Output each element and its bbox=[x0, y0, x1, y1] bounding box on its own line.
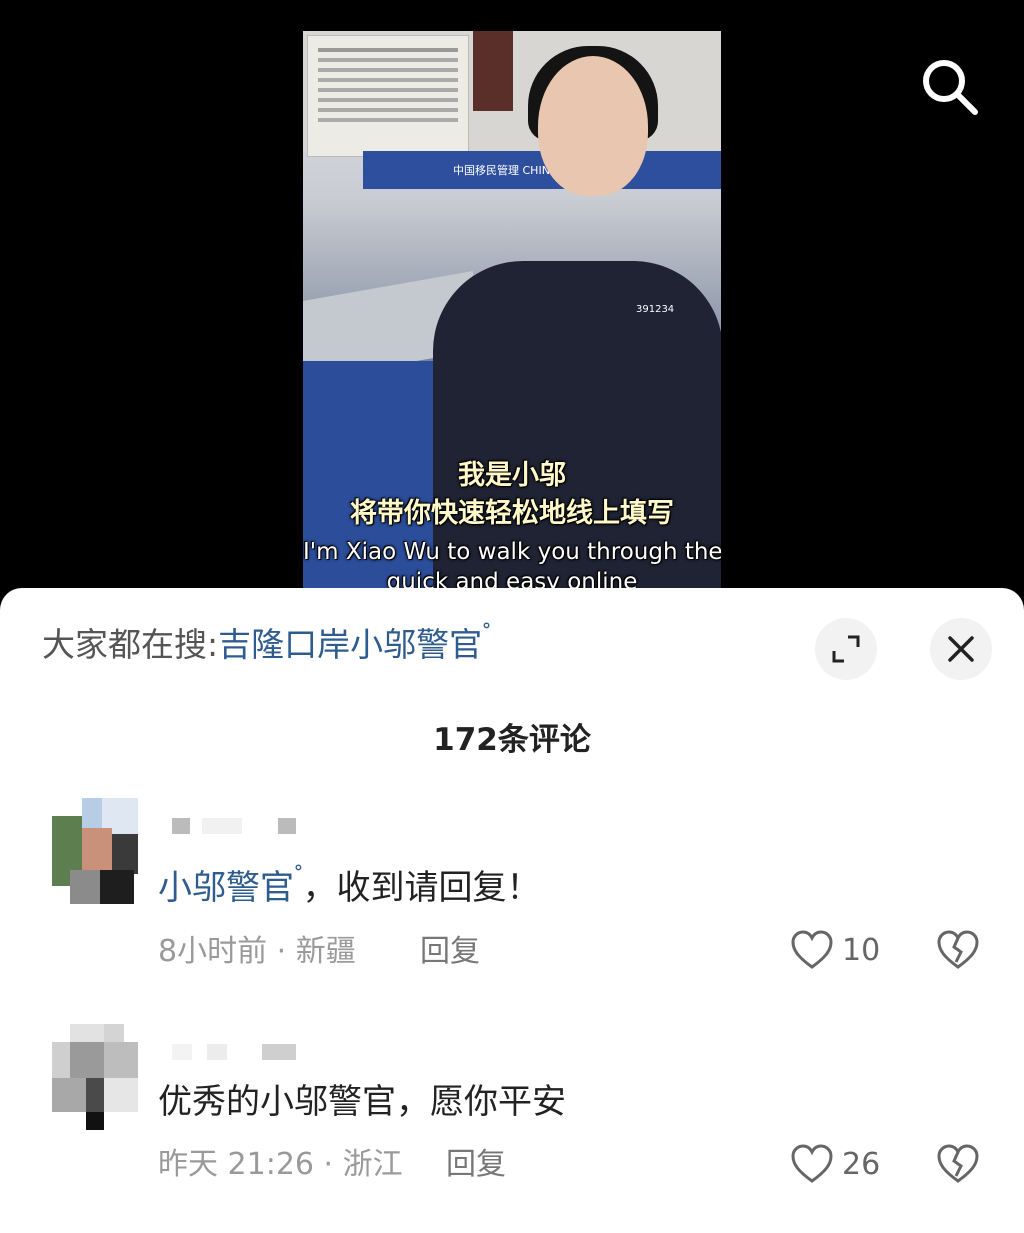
expand-icon bbox=[832, 635, 860, 663]
comment-sheet: 大家都在搜:吉隆口岸小邬警官ᐤ 172条评论 小邬警官ᐤ，收到请回复！ 8小时前… bbox=[0, 588, 1024, 1233]
hot-search-term[interactable]: 吉隆口岸小邬警官 bbox=[218, 625, 482, 664]
search-button[interactable] bbox=[918, 55, 982, 119]
username-redacted bbox=[172, 1044, 296, 1060]
hot-search-bar[interactable]: 大家都在搜:吉隆口岸小邬警官ᐤ bbox=[42, 618, 491, 666]
reply-button[interactable]: 回复 bbox=[420, 926, 480, 970]
close-icon bbox=[948, 636, 974, 662]
video-player[interactable]: 中国移民管理 CHINA IMMIGRATION 391234 我是小邬 将带你… bbox=[303, 31, 721, 591]
close-button[interactable] bbox=[930, 618, 992, 680]
like-count: 26 bbox=[842, 1146, 881, 1182]
dislike-button[interactable] bbox=[936, 1144, 980, 1188]
officer-face bbox=[538, 56, 648, 196]
badge-number: 391234 bbox=[636, 304, 675, 315]
username-redacted bbox=[172, 818, 296, 834]
door bbox=[473, 31, 513, 111]
heart-icon bbox=[791, 930, 833, 969]
dislike-button[interactable] bbox=[936, 930, 980, 974]
like-count: 10 bbox=[842, 932, 881, 968]
heart-icon bbox=[791, 1144, 833, 1183]
mention-link[interactable]: 小邬警官 bbox=[158, 868, 294, 908]
avatar[interactable] bbox=[52, 1024, 138, 1130]
subtitle-line-2: 将带你快速轻松地线上填写 bbox=[350, 498, 674, 529]
notice-board bbox=[307, 35, 469, 157]
comment-meta: 8小时前 · 新疆 bbox=[158, 934, 356, 969]
expand-button[interactable] bbox=[815, 618, 877, 680]
comment-text: 小邬警官ᐤ，收到请回复！ bbox=[158, 860, 541, 909]
video-area[interactable]: 中国移民管理 CHINA IMMIGRATION 391234 我是小邬 将带你… bbox=[0, 0, 1024, 620]
like-button[interactable]: 26 bbox=[790, 1144, 880, 1184]
comment-body: ，收到请回复！ bbox=[302, 868, 541, 908]
like-button[interactable]: 10 bbox=[790, 930, 880, 970]
comment-meta: 昨天 21:26 · 浙江 bbox=[158, 1147, 403, 1182]
broken-heart-icon bbox=[937, 1144, 979, 1183]
subtitle-line-1: 我是小邬 bbox=[458, 460, 566, 491]
search-icon bbox=[923, 60, 978, 115]
search-small-icon: ᐤ bbox=[294, 860, 303, 885]
subtitle-line-3: I'm Xiao Wu to walk you through the bbox=[303, 539, 721, 565]
comment-count: 172条评论 bbox=[433, 722, 591, 758]
comment-text: 优秀的小邬警官，愿你平安 bbox=[158, 1082, 566, 1122]
reply-button[interactable]: 回复 bbox=[446, 1139, 506, 1183]
hot-search-prefix: 大家都在搜: bbox=[42, 625, 219, 664]
broken-heart-icon bbox=[937, 930, 979, 969]
search-small-icon: ᐤ bbox=[482, 618, 491, 643]
avatar[interactable] bbox=[52, 798, 138, 904]
